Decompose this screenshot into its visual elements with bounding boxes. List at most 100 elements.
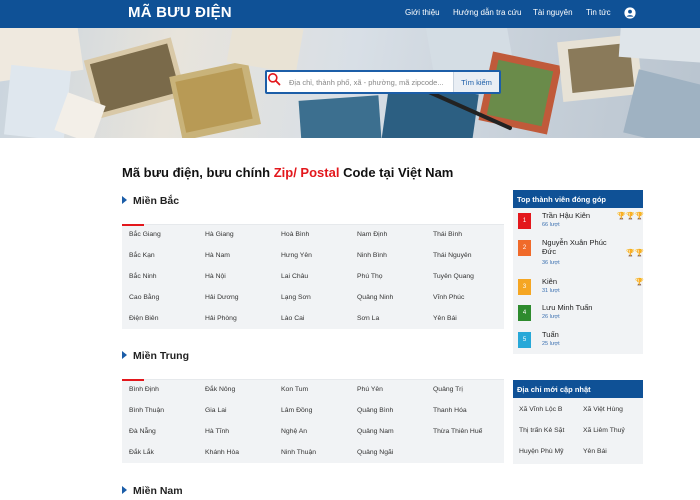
trophy-icon: 🏆 <box>635 250 644 257</box>
province-link[interactable]: Đà Nẵng <box>129 428 156 435</box>
province-link[interactable]: Nam Định <box>357 231 387 238</box>
trophy-icon: 🏆 <box>626 250 635 257</box>
province-link[interactable]: Ninh Bình <box>357 252 387 259</box>
province-link[interactable]: Lâm Đồng <box>281 407 312 414</box>
title-text-2: Code tại Việt Nam <box>339 165 454 180</box>
member-name[interactable]: Kiên <box>542 277 612 286</box>
nav-gioi-thieu[interactable]: Giới thiệu <box>405 8 440 17</box>
recent-updates-list: Xã Vĩnh Lộc B Xã Việt Hùng Thị trấn Kẻ Sặt… <box>513 398 643 464</box>
province-link[interactable]: Thừa Thiên Huế <box>433 428 482 435</box>
province-link[interactable]: Bắc Kạn <box>129 252 155 259</box>
search-button[interactable]: Tìm kiếm <box>453 72 499 92</box>
title-text-1: Mã bưu điện, bưu chính <box>122 165 274 180</box>
region-name: Miền Bắc <box>133 195 180 207</box>
province-link[interactable]: Hà Tĩnh <box>205 428 229 435</box>
top-members-heading: Top thành viên đóng góp <box>513 190 643 208</box>
province-link[interactable]: Hà Giang <box>205 231 234 238</box>
province-link[interactable]: Điện Biên <box>129 315 158 322</box>
province-link[interactable]: Khánh Hòa <box>205 449 239 456</box>
province-link[interactable]: Phú Yên <box>357 386 383 393</box>
member-name[interactable]: Lưu Minh Tuấn <box>542 303 612 312</box>
province-link[interactable]: Quảng Ninh <box>357 294 393 301</box>
title-highlight: Zip/ Postal <box>273 165 340 180</box>
member-name[interactable]: Nguyễn Xuân Phúc Đức <box>542 238 612 256</box>
member-count: 25 lượt <box>542 341 560 347</box>
province-grid-mien-trung: Bình Định Đắk Nông Kon Tum Phú Yên Quảng Trị… <box>122 379 504 463</box>
region-name: Miền Nam <box>133 485 183 497</box>
province-link[interactable]: Hưng Yên <box>281 252 312 259</box>
province-link[interactable]: Thái Bình <box>433 231 462 238</box>
rank-badge: 1 <box>518 213 531 229</box>
rank-badge: 5 <box>518 332 531 348</box>
province-link[interactable]: Yên Bái <box>433 315 457 322</box>
province-link[interactable]: Hà Nam <box>205 252 230 259</box>
search-icon <box>268 73 281 86</box>
province-link[interactable]: Gia Lai <box>205 407 227 414</box>
user-account-icon[interactable] <box>624 7 636 19</box>
region-heading-mien-trung[interactable]: Miền Trung <box>122 350 189 362</box>
region-heading-mien-bac[interactable]: Miền Bắc <box>122 195 179 207</box>
province-link[interactable]: Quảng Ngãi <box>357 449 393 456</box>
province-link[interactable]: Cao Bằng <box>129 294 159 301</box>
nav-huong-dan[interactable]: Hướng dẫn tra cứu <box>453 8 521 17</box>
province-link[interactable]: Phú Thọ <box>357 273 383 280</box>
province-link[interactable]: Quảng Bình <box>357 407 393 414</box>
member-count: 31 lượt <box>542 288 560 294</box>
nav-tai-nguyen[interactable]: Tài nguyên <box>533 8 573 17</box>
province-link[interactable]: Đắk Nông <box>205 386 235 393</box>
province-link[interactable]: Hà Nội <box>205 273 226 280</box>
recent-address-link[interactable]: Huyện Phù Mỹ <box>519 448 564 455</box>
province-link[interactable]: Tuyên Quang <box>433 273 474 280</box>
trophy-icon: 🏆 <box>617 213 626 220</box>
province-link[interactable]: Lạng Sơn <box>281 294 311 301</box>
recent-address-link[interactable]: Yên Bái <box>583 448 607 455</box>
nav-tin-tuc[interactable]: Tin tức <box>586 8 611 17</box>
caret-right-icon <box>122 351 127 359</box>
top-navbar: MÃ BƯU ĐIỆN Giới thiệu Hướng dẫn tra cứu… <box>0 0 700 28</box>
trophy-icon: 🏆 <box>635 279 644 286</box>
recent-address-link[interactable]: Xã Vĩnh Lộc B <box>519 406 562 413</box>
province-link[interactable]: Kon Tum <box>281 386 308 393</box>
province-link[interactable]: Vĩnh Phúc <box>433 294 464 301</box>
hero-banner: Tìm kiếm <box>0 28 700 138</box>
province-link[interactable]: Hoà Bình <box>281 231 309 238</box>
province-link[interactable]: Hải Phòng <box>205 315 237 322</box>
rank-badge: 4 <box>518 305 531 321</box>
caret-right-icon <box>122 196 127 204</box>
search-input[interactable] <box>289 75 453 89</box>
province-link[interactable]: Bình Thuận <box>129 407 164 414</box>
recent-address-link[interactable]: Thị trấn Kẻ Sặt <box>519 427 564 434</box>
province-link[interactable]: Hải Dương <box>205 294 239 301</box>
province-link[interactable]: Nghệ An <box>281 428 307 435</box>
province-link[interactable]: Đắk Lắk <box>129 449 154 456</box>
province-link[interactable]: Bắc Ninh <box>129 273 157 280</box>
accent-underline <box>122 379 144 381</box>
province-grid-mien-bac: Bắc Giang Hà Giang Hoà Bình Nam Định Thái Bì… <box>122 224 504 329</box>
province-link[interactable]: Bình Định <box>129 386 159 393</box>
province-link[interactable]: Sơn La <box>357 315 379 322</box>
recent-address-link[interactable]: Xã Việt Hùng <box>583 406 623 413</box>
site-logo[interactable]: MÃ BƯU ĐIỆN <box>128 4 232 21</box>
search-bar: Tìm kiếm <box>265 70 501 94</box>
recent-address-link[interactable]: Xã Liêm Thuỷ <box>583 427 625 434</box>
region-heading-mien-nam[interactable]: Miền Nam <box>122 485 183 497</box>
trophy-icon: 🏆 <box>635 213 644 220</box>
province-link[interactable]: Quảng Trị <box>433 386 463 393</box>
member-count: 66 lượt <box>542 222 560 228</box>
province-link[interactable]: Ninh Thuận <box>281 449 316 456</box>
page-title: Mã bưu điện, bưu chính Zip/ Postal Code … <box>122 165 453 180</box>
member-name[interactable]: Tuấn <box>542 330 612 339</box>
member-count: 26 lượt <box>542 314 560 320</box>
caret-right-icon <box>122 486 127 494</box>
recent-updates-heading: Địa chỉ mới cập nhật <box>513 380 643 398</box>
province-link[interactable]: Lai Châu <box>281 273 308 280</box>
province-link[interactable]: Thái Nguyên <box>433 252 472 259</box>
trophy-icon: 🏆 <box>626 213 635 220</box>
province-link[interactable]: Lào Cai <box>281 315 304 322</box>
member-count: 36 lượt <box>542 260 560 266</box>
province-link[interactable]: Thanh Hóa <box>433 407 467 414</box>
member-name[interactable]: Trần Hậu Kiên <box>542 211 612 220</box>
province-link[interactable]: Quảng Nam <box>357 428 394 435</box>
top-members-list: 1 Trần Hậu Kiên 66 lượt 🏆 🏆 🏆 2 Nguyễn Xuân Phú… <box>513 208 644 354</box>
province-link[interactable]: Bắc Giang <box>129 231 161 238</box>
